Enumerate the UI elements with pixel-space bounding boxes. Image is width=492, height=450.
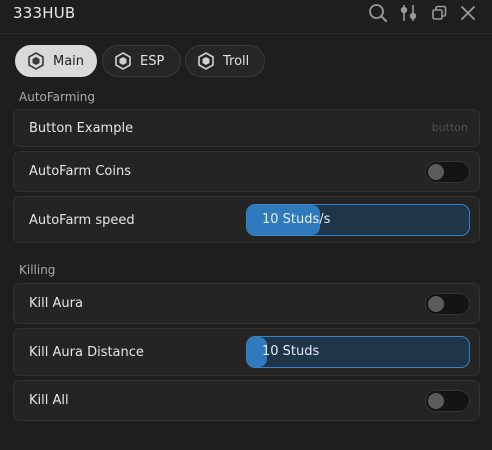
toggle-knob	[428, 296, 444, 312]
autofarm-coins-toggle[interactable]	[425, 161, 470, 183]
button-example-label: Button Example	[29, 121, 134, 136]
button-example-row[interactable]: Button Example button	[13, 109, 480, 147]
kill-aura-toggle[interactable]	[425, 293, 470, 315]
settings-sliders-icon[interactable]	[398, 2, 420, 24]
kill-aura-row: Kill Aura	[13, 283, 480, 324]
toggle-knob	[428, 393, 444, 409]
tab-main[interactable]: Main	[15, 45, 97, 77]
toggle-knob	[428, 164, 444, 180]
kill-aura-label: Kill Aura	[29, 296, 83, 311]
tab-label: Main	[53, 53, 85, 69]
slider-value: 10 Studs	[262, 344, 320, 359]
tab-logo-icon	[26, 51, 46, 71]
slider-value: 10 Studs/s	[262, 212, 331, 227]
autofarm-speed-row: AutoFarm speed 10 Studs/s	[13, 196, 480, 243]
autofarm-coins-row: AutoFarm Coins	[13, 151, 480, 192]
kill-aura-distance-slider[interactable]: 10 Studs	[246, 336, 470, 368]
close-icon[interactable]	[457, 2, 479, 24]
autofarm-speed-label: AutoFarm speed	[29, 213, 135, 228]
kill-aura-distance-row: Kill Aura Distance 10 Studs	[13, 328, 480, 376]
button-hint: button	[431, 121, 468, 134]
title-bar: 333HUB	[0, 0, 492, 34]
tab-label: Troll	[223, 53, 250, 69]
kill-all-toggle[interactable]	[425, 390, 470, 412]
section-header-killing: Killing	[19, 263, 56, 277]
tab-logo-icon	[196, 51, 216, 71]
kill-all-row: Kill All	[13, 380, 480, 421]
tab-esp[interactable]: ESP	[102, 45, 181, 77]
window-title: 333HUB	[13, 4, 76, 22]
hub-window: 333HUB Main ESP Troll AutoFarming Button…	[0, 0, 492, 450]
autofarm-speed-slider[interactable]: 10 Studs/s	[246, 204, 470, 236]
tab-label: ESP	[140, 53, 165, 69]
tab-logo-icon	[113, 51, 133, 71]
kill-aura-distance-label: Kill Aura Distance	[29, 345, 144, 360]
restore-icon[interactable]	[428, 2, 450, 24]
kill-all-label: Kill All	[29, 393, 69, 408]
section-header-autofarming: AutoFarming	[19, 90, 95, 104]
search-icon[interactable]	[367, 2, 389, 24]
autofarm-coins-label: AutoFarm Coins	[29, 164, 132, 179]
tab-troll[interactable]: Troll	[185, 45, 265, 77]
